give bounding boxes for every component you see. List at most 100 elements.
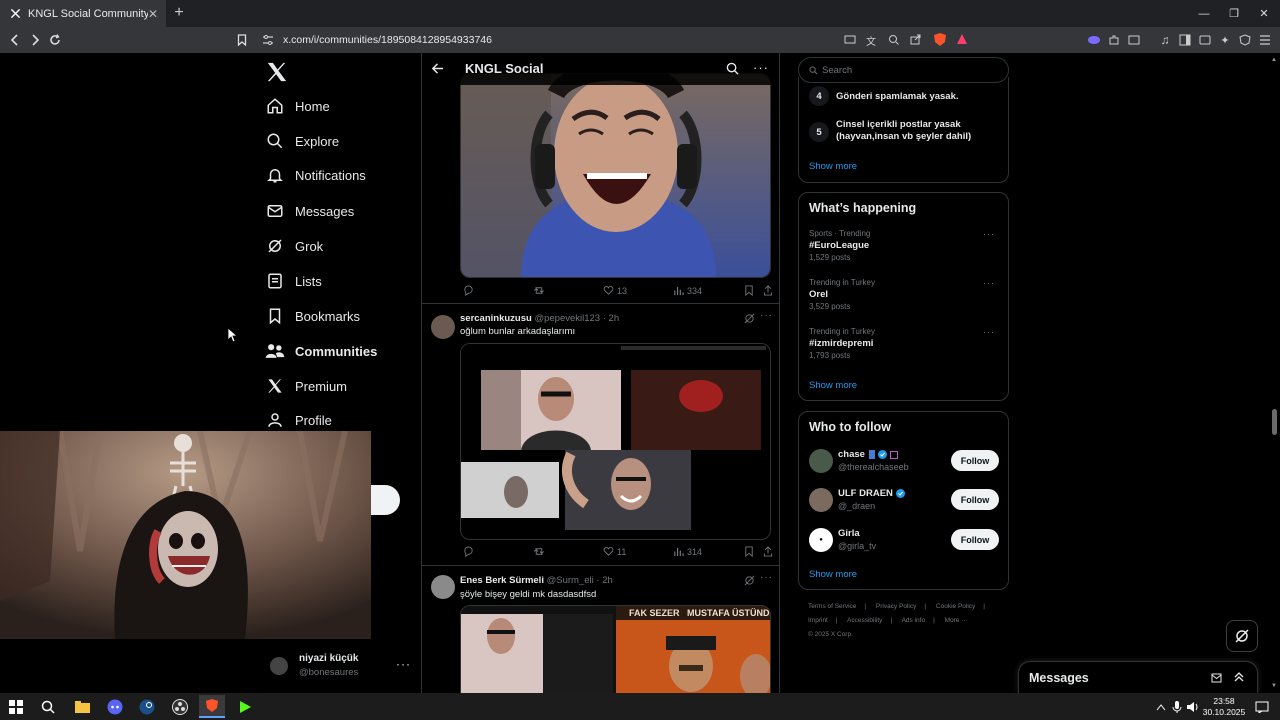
author-name[interactable]: Enes Berk Sürmeli bbox=[460, 575, 544, 586]
more-icon[interactable]: ··· bbox=[983, 327, 995, 337]
more-icon[interactable]: ··· bbox=[760, 310, 773, 321]
nav-explore[interactable]: Explore bbox=[262, 124, 422, 158]
more-icon[interactable]: ··· bbox=[396, 657, 411, 671]
kick-app-icon[interactable] bbox=[235, 697, 255, 717]
scroll-down-icon[interactable]: ▼ bbox=[1271, 683, 1277, 689]
bookmark-button[interactable] bbox=[741, 546, 754, 557]
page-scrollbar[interactable]: ▲ ▼ bbox=[1268, 53, 1280, 693]
trend-item[interactable]: Sports · Trending #EuroLeague 1,529 post… bbox=[809, 229, 1001, 262]
close-window-icon[interactable]: ✕ bbox=[1247, 0, 1280, 27]
share-button[interactable] bbox=[760, 546, 773, 557]
trend-item[interactable]: Trending in Turkey #izmirdepremi 1,793 p… bbox=[809, 327, 1001, 360]
nav-grok[interactable]: Grok bbox=[262, 229, 422, 263]
nav-notifications[interactable]: Notifications bbox=[262, 158, 422, 192]
bookmark-page-icon[interactable] bbox=[234, 32, 250, 48]
views-button[interactable]: 334 bbox=[670, 285, 702, 296]
share-icon[interactable] bbox=[910, 34, 921, 45]
more-icon[interactable]: ··· bbox=[753, 60, 769, 75]
close-tab-icon[interactable]: ✕ bbox=[148, 7, 158, 21]
author-handle[interactable]: @pepevekil123 bbox=[534, 313, 600, 324]
grok-icon[interactable] bbox=[744, 313, 755, 324]
expand-icon[interactable] bbox=[1233, 671, 1245, 683]
footer-link[interactable]: Ads info bbox=[902, 617, 926, 624]
x-logo-icon[interactable] bbox=[266, 61, 288, 83]
follow-button[interactable]: Follow bbox=[951, 450, 999, 471]
like-button[interactable]: 13 bbox=[600, 285, 627, 296]
post-media-collage[interactable] bbox=[460, 343, 771, 540]
reload-icon[interactable] bbox=[47, 32, 63, 48]
views-button[interactable]: 314 bbox=[670, 546, 702, 557]
messages-drawer[interactable]: Messages bbox=[1018, 661, 1258, 693]
nav-lists[interactable]: Lists bbox=[262, 264, 422, 298]
trend-item[interactable]: Trending in Turkey Orel 3,529 posts ··· bbox=[809, 278, 1001, 311]
repost-button[interactable] bbox=[530, 546, 548, 557]
avatar[interactable] bbox=[431, 575, 455, 599]
back-icon[interactable] bbox=[7, 32, 23, 48]
scrollbar-thumb[interactable] bbox=[1272, 409, 1277, 435]
post-author[interactable]: Enes Berk Sürmeli @Surm_eli · 2h bbox=[460, 575, 613, 586]
sparkle-icon[interactable]: ✦ bbox=[1217, 32, 1233, 48]
author-handle[interactable]: @Surm_eli bbox=[547, 575, 594, 586]
more-icon[interactable]: ··· bbox=[983, 229, 995, 239]
footer-link[interactable]: Accessibility bbox=[847, 617, 882, 624]
extensions-icon[interactable] bbox=[1106, 32, 1122, 48]
new-message-icon[interactable] bbox=[1211, 672, 1223, 684]
site-settings-icon[interactable] bbox=[262, 34, 274, 46]
zoom-icon[interactable] bbox=[888, 34, 899, 45]
sidebar-toggle-icon[interactable] bbox=[1177, 32, 1193, 48]
cast-icon[interactable] bbox=[844, 34, 856, 45]
nav-messages[interactable]: Messages bbox=[262, 194, 422, 228]
nav-home[interactable]: Home bbox=[262, 89, 422, 123]
more-icon[interactable]: ··· bbox=[760, 572, 773, 583]
follow-suggestion[interactable]: ULF DRAEN @_draen Follow bbox=[809, 488, 1001, 514]
new-tab-button[interactable]: + bbox=[170, 4, 188, 22]
reply-button[interactable] bbox=[460, 285, 477, 296]
footer-link[interactable]: Cookie Policy bbox=[936, 603, 975, 610]
share-button[interactable] bbox=[760, 285, 773, 296]
follow-button[interactable]: Follow bbox=[951, 529, 999, 550]
scroll-up-icon[interactable]: ▲ bbox=[1271, 57, 1277, 63]
back-arrow-icon[interactable] bbox=[431, 62, 444, 75]
forward-icon[interactable] bbox=[27, 32, 43, 48]
notifications-center-icon[interactable] bbox=[1252, 697, 1272, 717]
account-switcher[interactable]: niyazi küçük @bonesaures ··· bbox=[270, 651, 415, 685]
avatar[interactable] bbox=[431, 315, 455, 339]
file-explorer-icon[interactable] bbox=[72, 697, 92, 717]
post-author[interactable]: sercaninkuzusu @pepevekil123 · 2h bbox=[460, 313, 619, 324]
obs-icon[interactable] bbox=[170, 697, 190, 717]
leo-ai-icon[interactable] bbox=[1086, 32, 1102, 48]
author-name[interactable]: sercaninkuzusu bbox=[460, 313, 532, 324]
steam-icon[interactable] bbox=[137, 697, 157, 717]
address-bar[interactable]: x.com/i/communities/1895084128954933746 … bbox=[256, 29, 976, 51]
follow-suggestion[interactable]: chase @therealchaseeb Follow bbox=[809, 449, 1001, 475]
grok-button[interactable] bbox=[1226, 620, 1258, 652]
trends-show-more-link[interactable]: Show more bbox=[809, 380, 857, 391]
translate-icon[interactable]: 文 bbox=[866, 33, 876, 48]
restore-icon[interactable]: ❐ bbox=[1217, 0, 1251, 27]
footer-link[interactable]: Terms of Service bbox=[808, 603, 856, 610]
post-media-image[interactable] bbox=[460, 73, 771, 278]
nav-communities[interactable]: Communities bbox=[262, 334, 422, 368]
wallet2-icon[interactable] bbox=[1197, 32, 1213, 48]
brave-taskbar-icon[interactable] bbox=[199, 695, 225, 718]
reply-button[interactable] bbox=[460, 546, 477, 557]
search-icon[interactable] bbox=[726, 62, 739, 75]
discord-icon[interactable] bbox=[105, 697, 125, 717]
like-button[interactable]: 11 bbox=[600, 546, 626, 557]
media-icon[interactable]: ♫ bbox=[1157, 32, 1173, 48]
menu-icon[interactable] bbox=[1257, 32, 1273, 48]
brave-shields-icon[interactable] bbox=[933, 32, 947, 47]
follow-button[interactable]: Follow bbox=[951, 489, 999, 510]
search-icon[interactable] bbox=[38, 697, 58, 717]
minimize-icon[interactable]: — bbox=[1187, 0, 1221, 27]
browser-tab[interactable]: KNGL Social Community / X ✕ bbox=[0, 0, 166, 27]
grok-icon[interactable] bbox=[744, 575, 755, 586]
windows-start-icon[interactable] bbox=[6, 697, 26, 717]
follow-suggestion[interactable]: ● Girla @girla_tv Follow bbox=[809, 528, 1001, 554]
system-clock[interactable]: 23:58 30.10.2025 bbox=[1196, 696, 1252, 718]
footer-link[interactable]: More ··· bbox=[945, 617, 968, 624]
wallet-icon[interactable] bbox=[1126, 32, 1142, 48]
brave-rewards-icon[interactable] bbox=[956, 33, 968, 45]
footer-link[interactable]: Imprint bbox=[808, 617, 828, 624]
rules-show-more-link[interactable]: Show more bbox=[809, 161, 857, 172]
